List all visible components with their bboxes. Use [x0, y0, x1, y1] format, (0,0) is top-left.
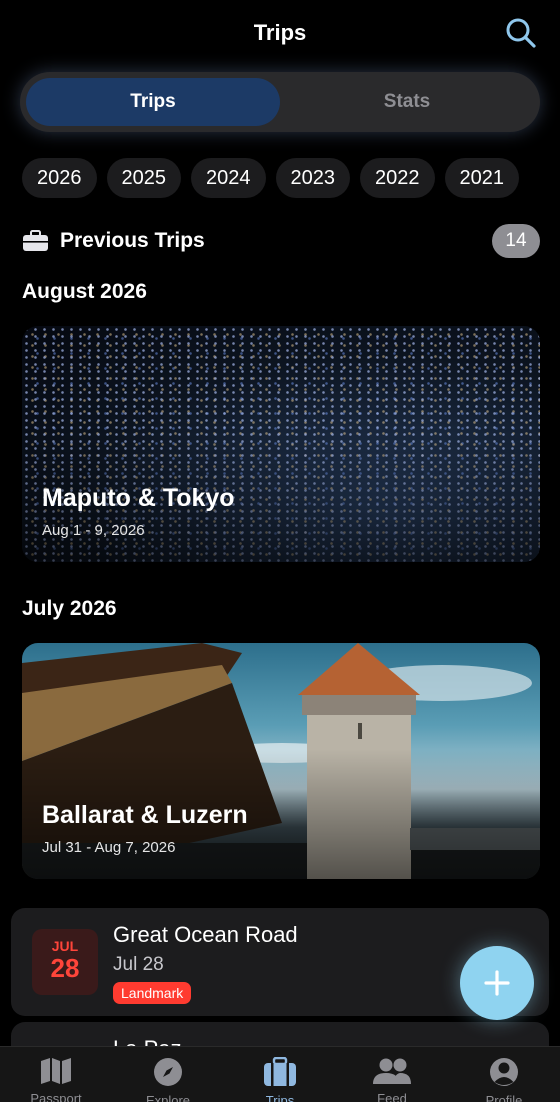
plus-icon — [484, 970, 510, 996]
people-icon — [373, 1058, 411, 1084]
tab-label: Profile — [485, 1093, 523, 1102]
year-chip-2026[interactable]: 2026 — [22, 158, 97, 198]
trip-card-ballarat-luzern[interactable]: Ballarat & Luzern Jul 31 - Aug 7, 2026 — [22, 643, 540, 879]
previous-trips-header: Previous Trips 14 — [22, 224, 540, 258]
segment-stats[interactable]: Stats — [280, 78, 534, 126]
add-trip-button[interactable] — [460, 946, 534, 1020]
year-chip-2021[interactable]: 2021 — [444, 158, 519, 198]
year-chip-2025[interactable]: 2025 — [106, 158, 181, 198]
tab-label: Feed — [377, 1091, 407, 1102]
search-button[interactable] — [504, 16, 538, 50]
tab-label: Passport — [30, 1091, 82, 1102]
trip-title: Ballarat & Luzern — [42, 801, 248, 829]
month-label: July 2026 — [22, 597, 117, 620]
list-item-date: Jul 28 — [113, 954, 164, 975]
tab-explore[interactable]: Explore — [112, 1047, 224, 1102]
tab-passport[interactable]: Passport — [0, 1047, 112, 1102]
header: Trips — [0, 0, 560, 66]
year-chip-2023[interactable]: 2023 — [275, 158, 350, 198]
tab-trips[interactable]: Trips — [224, 1047, 336, 1102]
trip-title: Maputo & Tokyo — [42, 484, 235, 512]
tab-label: Explore — [145, 1093, 191, 1102]
view-segmented-control: Trips Stats — [20, 72, 540, 132]
trip-dates: Jul 31 - Aug 7, 2026 — [42, 839, 176, 856]
trip-count-badge: 14 — [492, 224, 540, 258]
tab-feed[interactable]: Feed — [336, 1047, 448, 1102]
list-item-title: Great Ocean Road — [113, 922, 298, 947]
search-icon — [506, 18, 536, 48]
segment-trips[interactable]: Trips — [26, 78, 280, 126]
compass-icon — [154, 1058, 182, 1086]
calendar-badge: JUL 28 — [32, 929, 98, 995]
trip-dates: Aug 1 - 9, 2026 — [42, 522, 145, 539]
map-icon — [41, 1058, 71, 1084]
tab-bar: Passport Explore Trips Feed Profile — [0, 1046, 560, 1102]
tab-profile[interactable]: Profile — [448, 1047, 560, 1102]
person-icon — [490, 1058, 518, 1086]
calendar-month: JUL — [51, 938, 79, 954]
briefcase-icon — [23, 230, 48, 251]
category-tag: Landmark — [113, 982, 192, 1004]
month-label: August 2026 — [22, 280, 147, 303]
suitcase-icon — [264, 1057, 296, 1086]
calendar-day: 28 — [50, 953, 80, 983]
year-chip-2024[interactable]: 2024 — [191, 158, 266, 198]
page-title: Trips — [253, 20, 307, 45]
year-chip-2022[interactable]: 2022 — [360, 158, 435, 198]
tab-label: Trips — [265, 1093, 295, 1102]
year-filter: 2026 2025 2024 2023 2022 2021 — [22, 158, 560, 198]
trip-card-maputo-tokyo[interactable]: Maputo & Tokyo Aug 1 - 9, 2026 — [22, 326, 540, 562]
section-title: Previous Trips — [60, 229, 205, 252]
